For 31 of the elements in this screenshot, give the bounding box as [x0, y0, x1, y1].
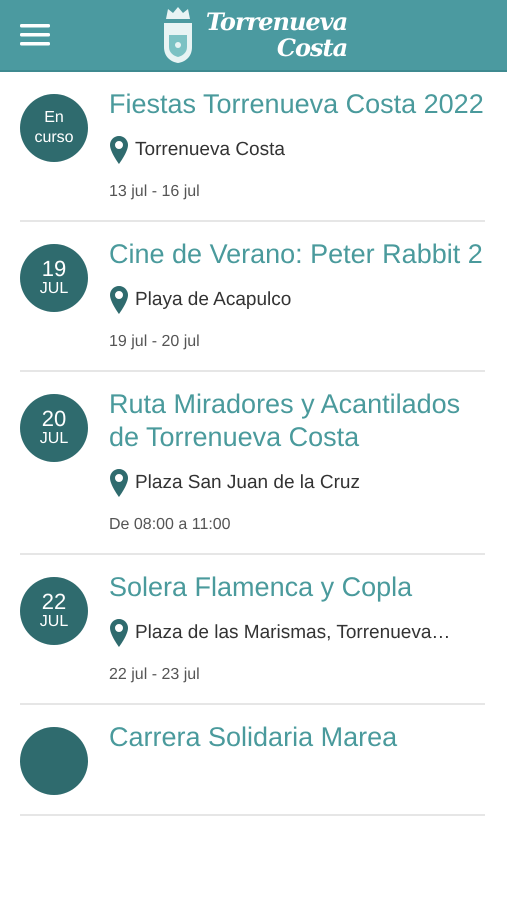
event-title: Carrera Solidaria Marea — [109, 721, 398, 754]
event-dates: De 08:00 a 11:00 — [109, 516, 232, 534]
event-item[interactable]: 19 JUL Cine de Verano: Peter Rabbit 2 Playa de Acapulco 19 jul - 20 jul — [20, 222, 485, 372]
event-location: Plaza de las Marismas, Torrenueva… — [135, 622, 450, 644]
status-badge: En curso — [20, 94, 88, 162]
badge-month: JUL — [40, 613, 68, 631]
event-location: Playa de Acapulco — [135, 289, 292, 311]
badge-month: JUL — [40, 280, 68, 298]
location-pin-icon — [109, 618, 129, 648]
event-title: Solera Flamenca y Copla — [109, 571, 414, 604]
event-dates: 22 jul - 23 jul — [109, 666, 201, 684]
event-title: Fiestas Torrenueva Costa 2022 — [109, 88, 485, 121]
logo-text: Costa — [276, 35, 348, 61]
event-location: Torrenueva Costa — [135, 139, 285, 161]
location-pin-icon — [109, 468, 129, 498]
event-dates: 19 jul - 20 jul — [109, 333, 201, 351]
location-pin-icon — [109, 285, 129, 315]
event-item[interactable]: 20 JUL Ruta Miradores y Acantilados de Torrenueva Costa Plaza San Juan de la Cruz De 08:00 a 11:00 — [20, 372, 485, 555]
event-location: Plaza San Juan de la Cruz — [135, 472, 360, 494]
event-title: Ruta Miradores y Acantilados de Torrenueva Costa — [109, 388, 462, 454]
badge-day: 20 — [42, 408, 66, 430]
event-title: Cine de Verano: Peter Rabbit 2 — [109, 238, 484, 271]
badge-day: 22 — [42, 591, 66, 613]
badge-day: 19 — [42, 258, 66, 280]
event-dates: 13 jul - 16 jul — [109, 183, 201, 201]
logo-text: Torrenueva — [206, 9, 348, 35]
menu-icon[interactable] — [20, 22, 52, 48]
badge-month: JUL — [40, 430, 68, 448]
location-pin-icon — [109, 135, 129, 165]
event-item[interactable]: 22 JUL Solera Flamenca y Copla Plaza de las Marismas, Torrenueva… 22 jul - 23 jul — [20, 555, 485, 705]
event-item[interactable]: En curso Fiestas Torrenueva Costa 2022 Torrenueva Costa 13 jul - 16 jul — [20, 72, 485, 222]
